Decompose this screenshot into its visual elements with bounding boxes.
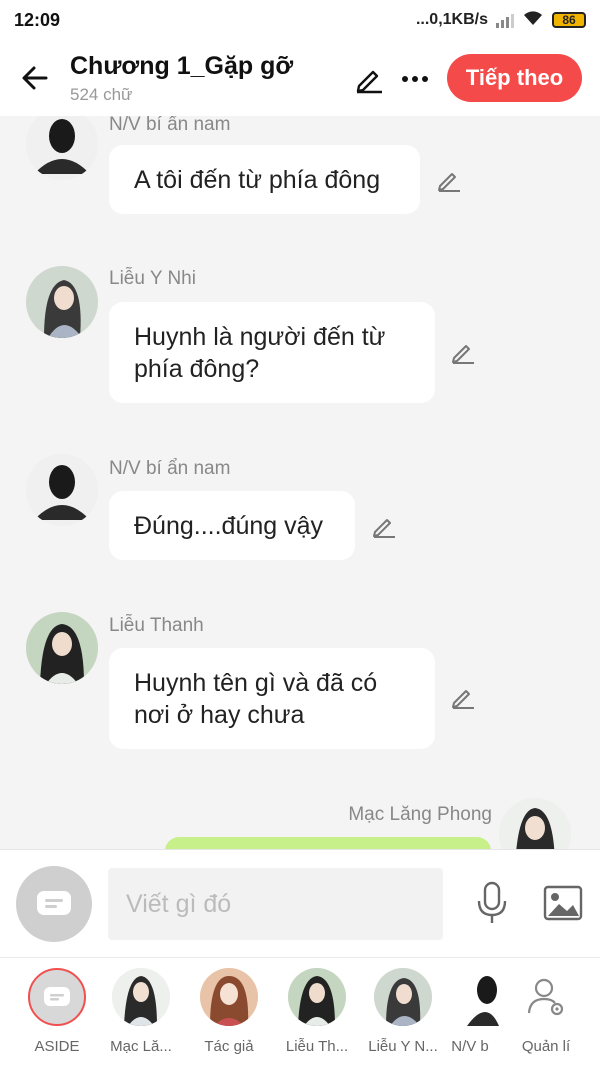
manage-characters-button[interactable]: Quản lí: [503, 968, 589, 1064]
character-label: Liễu Y N...: [368, 1038, 438, 1055]
message-input[interactable]: [108, 868, 443, 940]
pencil-icon: [452, 345, 474, 364]
back-button[interactable]: [0, 40, 70, 116]
message-bubble[interactable]: Đúng....đúng vậy: [109, 491, 355, 560]
chapter-title: Chương 1_Gặp gỡ: [70, 51, 294, 80]
male-character-avatar[interactable]: [26, 612, 98, 684]
status-time: 12:09: [14, 9, 61, 30]
character-label: ASIDE: [34, 1038, 80, 1055]
silhouette-avatar[interactable]: [26, 454, 98, 526]
silhouette-avatar[interactable]: [26, 116, 98, 180]
edit-message-button[interactable]: [369, 511, 399, 541]
edit-chapter-button[interactable]: [352, 62, 386, 96]
female-character-avatar: [374, 968, 432, 1026]
chat-bubble-icon: [37, 891, 71, 915]
message-bubble[interactable]: A tôi đến từ phía đông: [109, 145, 420, 214]
more-dots-icon: [402, 76, 428, 82]
arrow-left-icon: [22, 66, 48, 90]
message-bubble[interactable]: Huynh là người đến từ phía đông?: [109, 302, 435, 403]
edit-message-button[interactable]: [448, 337, 478, 367]
edit-message-button[interactable]: [434, 165, 464, 195]
chat-area[interactable]: N/V bí ẩn nam A tôi đến từ phía đông Liễ…: [0, 116, 600, 849]
character-aside[interactable]: ASIDE: [14, 968, 100, 1064]
character-label: N/V b: [451, 1038, 489, 1055]
image-icon: [543, 885, 583, 921]
battery-icon: 86: [552, 12, 586, 28]
female-character-avatar[interactable]: [26, 266, 98, 338]
network-speed: ...0,1KB/s: [415, 11, 488, 28]
character-label: Liễu Th...: [285, 1038, 349, 1055]
signal-icon: [496, 12, 514, 28]
aside-toggle-button[interactable]: [16, 866, 92, 942]
character-label: Tác giả: [204, 1038, 254, 1055]
male-character-avatar: [112, 968, 170, 1026]
chat-bubble-icon: [44, 987, 70, 1006]
title-block: Chương 1_Gặp gỡ 524 chữ: [70, 52, 293, 105]
male-character-avatar[interactable]: [499, 798, 571, 849]
character-bar: ASIDE Mạc Lă... Tác giả Liễu Th... Liễu …: [0, 957, 600, 1067]
author-avatar: [200, 968, 258, 1026]
sender-name: Mạc Lăng Phong: [348, 804, 492, 825]
male-character-avatar: [288, 968, 346, 1026]
character-label: Mạc Lă...: [110, 1038, 172, 1055]
character-item[interactable]: Mạc Lă...: [98, 968, 184, 1064]
aside-avatar: [28, 968, 86, 1026]
message-composer: [0, 849, 600, 957]
next-button[interactable]: Tiếp theo: [447, 54, 582, 102]
pencil-icon: [452, 690, 474, 709]
status-icons: ...0,1KB/s 86: [416, 9, 586, 32]
pencil-icon: [356, 70, 382, 94]
silhouette-avatar: [441, 968, 499, 1026]
character-label: Quản lí: [521, 1038, 571, 1055]
sender-name: Liễu Y Nhi: [109, 268, 196, 289]
edit-message-button[interactable]: [448, 682, 478, 712]
pencil-icon: [438, 173, 460, 192]
microphone-icon: [477, 881, 507, 923]
character-item[interactable]: Tác giả: [186, 968, 272, 1064]
pencil-icon: [373, 519, 395, 538]
wifi-icon: [522, 9, 544, 32]
insert-image-button[interactable]: [540, 880, 586, 926]
user-settings-icon: [517, 968, 575, 1026]
chapter-header: Chương 1_Gặp gỡ 524 chữ Tiếp theo: [0, 40, 600, 116]
sender-name: N/V bí ẩn nam: [109, 458, 231, 479]
word-count: 524 chữ: [70, 84, 133, 104]
voice-input-button[interactable]: [472, 880, 512, 926]
outgoing-message-bubble[interactable]: [165, 837, 491, 849]
more-options-button[interactable]: [398, 62, 432, 96]
character-item[interactable]: N/V b: [440, 968, 500, 1064]
sender-name: Liễu Thanh: [109, 615, 204, 636]
character-item[interactable]: Liễu Th...: [274, 968, 360, 1064]
message-bubble[interactable]: Huynh tên gì và đã có nơi ở hay chưa: [109, 648, 435, 749]
character-item[interactable]: Liễu Y N...: [360, 968, 446, 1064]
sender-name: N/V bí ẩn nam: [109, 116, 231, 135]
status-bar: 12:09 ...0,1KB/s 86: [0, 0, 600, 40]
